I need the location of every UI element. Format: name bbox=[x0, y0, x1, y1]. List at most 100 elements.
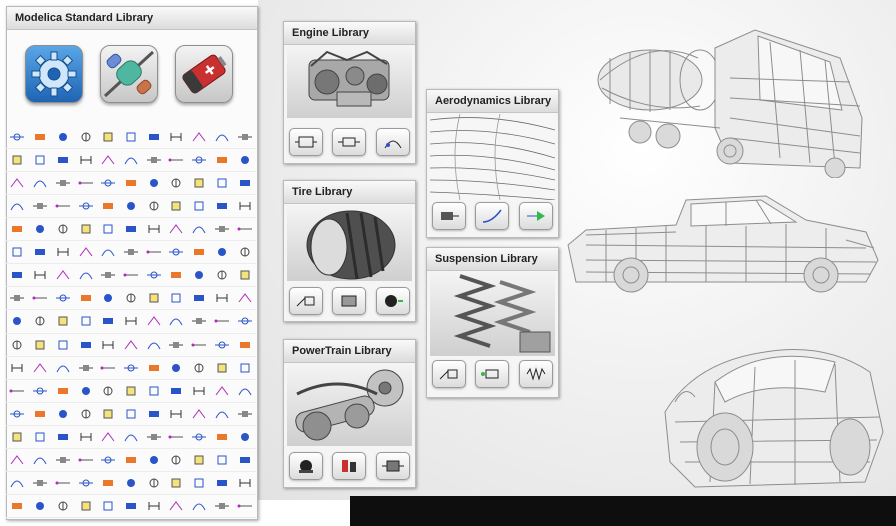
component-icon[interactable] bbox=[142, 472, 166, 495]
component-icon[interactable] bbox=[51, 426, 75, 449]
component-icon[interactable] bbox=[74, 172, 97, 196]
component-icon[interactable] bbox=[51, 287, 75, 311]
aero-drag-button[interactable] bbox=[431, 202, 466, 230]
engine-block-button[interactable] bbox=[288, 128, 323, 156]
component-icon[interactable] bbox=[6, 380, 29, 403]
component-icon[interactable] bbox=[51, 149, 75, 173]
component-icon[interactable] bbox=[142, 218, 166, 242]
component-icon[interactable] bbox=[187, 472, 211, 495]
component-icon[interactable] bbox=[6, 218, 29, 242]
powertrain-library-panel[interactable]: PowerTrain Library bbox=[283, 339, 416, 488]
component-icon[interactable] bbox=[28, 380, 52, 403]
component-icon[interactable] bbox=[96, 449, 120, 472]
component-icon[interactable] bbox=[165, 449, 188, 472]
component-icon[interactable] bbox=[233, 334, 256, 357]
component-icon[interactable] bbox=[233, 357, 256, 380]
component-icon[interactable] bbox=[51, 264, 75, 288]
component-icon[interactable] bbox=[210, 310, 234, 334]
tire-library-panel[interactable]: Tire Library bbox=[283, 180, 416, 322]
component-icon[interactable] bbox=[96, 287, 120, 311]
component-icon[interactable] bbox=[6, 287, 29, 311]
component-icon[interactable] bbox=[187, 195, 211, 219]
component-icon[interactable] bbox=[51, 218, 75, 242]
engine-library-panel[interactable]: Engine Library bbox=[283, 21, 416, 164]
component-icon[interactable] bbox=[165, 472, 188, 495]
component-icon[interactable] bbox=[165, 287, 188, 311]
component-icon[interactable] bbox=[165, 310, 188, 334]
component-icon[interactable] bbox=[96, 310, 120, 334]
component-icon[interactable] bbox=[28, 472, 52, 495]
component-icon[interactable] bbox=[74, 426, 97, 449]
component-icon[interactable] bbox=[233, 195, 256, 219]
component-icon[interactable] bbox=[28, 403, 52, 426]
component-icon[interactable] bbox=[210, 172, 234, 196]
component-icon[interactable] bbox=[96, 218, 120, 242]
component-icon[interactable] bbox=[233, 218, 256, 242]
component-icon[interactable] bbox=[187, 380, 211, 403]
component-icon[interactable] bbox=[187, 149, 211, 173]
component-icon[interactable] bbox=[96, 334, 120, 357]
component-icon[interactable] bbox=[210, 264, 234, 288]
component-icon[interactable] bbox=[28, 310, 52, 334]
component-icon[interactable] bbox=[142, 195, 166, 219]
component-icon[interactable] bbox=[6, 449, 29, 472]
suspension-library-panel[interactable]: Suspension Library bbox=[426, 247, 559, 398]
component-icon[interactable] bbox=[74, 449, 97, 472]
component-icon[interactable] bbox=[74, 241, 97, 265]
component-icon[interactable] bbox=[187, 287, 211, 311]
component-icon[interactable] bbox=[96, 264, 120, 288]
component-icon[interactable] bbox=[165, 495, 188, 518]
component-icon[interactable] bbox=[233, 380, 256, 403]
component-icon[interactable] bbox=[165, 357, 188, 380]
component-icon[interactable] bbox=[51, 472, 75, 495]
component-icon[interactable] bbox=[119, 403, 143, 426]
engine-ambient-button[interactable] bbox=[376, 128, 411, 156]
component-icon[interactable] bbox=[233, 472, 256, 495]
component-icon[interactable] bbox=[6, 241, 29, 265]
component-icon[interactable] bbox=[51, 241, 75, 265]
resistor-icon[interactable] bbox=[100, 45, 158, 103]
component-icon[interactable] bbox=[142, 334, 166, 357]
component-icon[interactable] bbox=[6, 310, 29, 334]
component-icon[interactable] bbox=[233, 126, 256, 150]
component-icon[interactable] bbox=[74, 218, 97, 242]
component-icon[interactable] bbox=[51, 357, 75, 380]
component-icon[interactable] bbox=[74, 357, 97, 380]
component-icon[interactable] bbox=[210, 380, 234, 403]
component-icon[interactable] bbox=[233, 426, 256, 449]
component-icon[interactable] bbox=[119, 357, 143, 380]
component-icon[interactable] bbox=[74, 149, 97, 173]
component-icon[interactable] bbox=[142, 241, 166, 265]
component-icon[interactable] bbox=[119, 310, 143, 334]
component-icon[interactable] bbox=[187, 334, 211, 357]
component-icon[interactable] bbox=[119, 149, 143, 173]
aero-flow-button[interactable] bbox=[519, 202, 554, 230]
component-icon[interactable] bbox=[210, 241, 234, 265]
component-icon[interactable] bbox=[28, 449, 52, 472]
component-icon[interactable] bbox=[187, 495, 211, 518]
component-icon[interactable] bbox=[51, 310, 75, 334]
component-icon[interactable] bbox=[51, 380, 75, 403]
component-icon[interactable] bbox=[187, 264, 211, 288]
component-icon[interactable] bbox=[96, 149, 120, 173]
component-icon[interactable] bbox=[51, 495, 75, 518]
component-icon[interactable] bbox=[165, 403, 188, 426]
component-icon[interactable] bbox=[96, 403, 120, 426]
component-icon[interactable] bbox=[119, 495, 143, 518]
component-icon[interactable] bbox=[165, 264, 188, 288]
component-icon[interactable] bbox=[142, 310, 166, 334]
component-icon[interactable] bbox=[142, 126, 166, 150]
powertrain-clutch-button[interactable] bbox=[332, 452, 367, 480]
component-icon[interactable] bbox=[6, 495, 29, 518]
component-icon[interactable] bbox=[28, 334, 52, 357]
component-icon[interactable] bbox=[51, 195, 75, 219]
component-icon[interactable] bbox=[187, 310, 211, 334]
component-icon[interactable] bbox=[210, 357, 234, 380]
engine-cylinder-button[interactable] bbox=[332, 128, 367, 156]
component-icon[interactable] bbox=[165, 149, 188, 173]
component-icon[interactable] bbox=[6, 472, 29, 495]
component-icon[interactable] bbox=[187, 218, 211, 242]
component-icon[interactable] bbox=[51, 172, 75, 196]
component-icon[interactable] bbox=[187, 403, 211, 426]
component-icon[interactable] bbox=[210, 495, 234, 518]
